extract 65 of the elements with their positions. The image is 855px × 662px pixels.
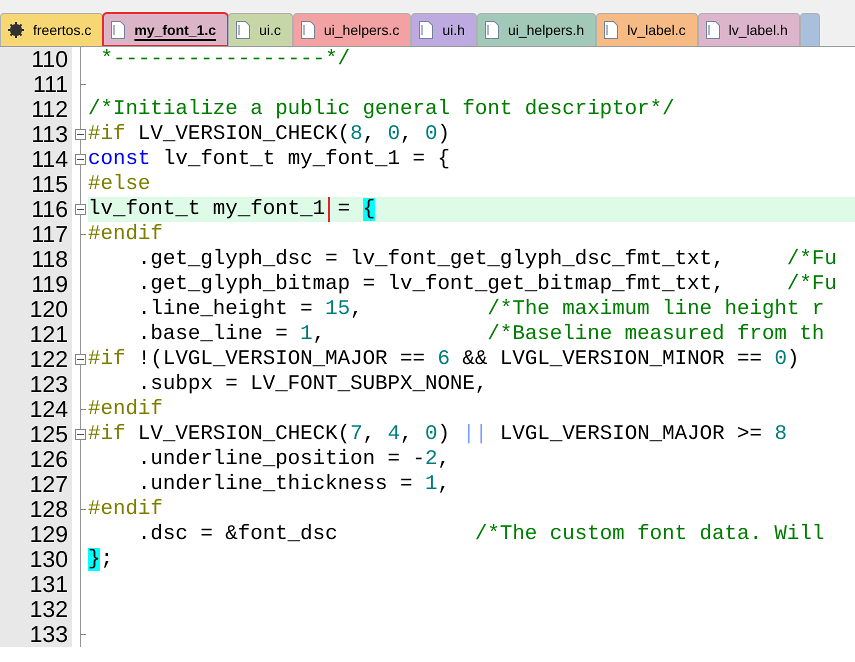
code-line: const lv_font_t my_font_1 = { xyxy=(88,147,450,172)
code-line: #if !(LVGL_VERSION_MAJOR == 6 && LVGL_VERSION_MINOR == 0) xyxy=(88,347,800,372)
line-number: 118 xyxy=(0,247,72,272)
code-line: #else xyxy=(88,172,150,197)
fold-toggle[interactable] xyxy=(75,154,86,165)
line-number: 125 xyxy=(0,422,72,447)
line-number: 121 xyxy=(0,322,72,347)
fold-toggle[interactable] xyxy=(75,429,86,440)
code-line: #if LV_VERSION_CHECK(7, 4, 0) || LVGL_VERSION_MAJOR >= 8 xyxy=(88,422,787,447)
code-line: *-----------------*/ xyxy=(99,47,350,72)
code-line: }; xyxy=(88,547,113,572)
line-number: 133 xyxy=(0,622,72,647)
line-number: 114 xyxy=(0,147,72,172)
document-icon xyxy=(111,21,126,39)
line-number: 112 xyxy=(0,97,72,122)
line-number: 130 xyxy=(0,547,72,572)
file-tab[interactable]: ui.h xyxy=(411,13,477,46)
file-tab[interactable]: lv_label.h xyxy=(698,13,800,46)
fold-toggle[interactable] xyxy=(75,354,86,365)
line-number: 113 xyxy=(0,122,72,147)
line-number: 126 xyxy=(0,447,72,472)
line-number: 123 xyxy=(0,372,72,397)
code-line: .get_glyph_dsc = lv_font_get_glyph_dsc_fmt_txt, /*Fu xyxy=(136,247,837,272)
line-number: 116 xyxy=(0,197,72,222)
code-line: #endif xyxy=(88,222,163,247)
code-line: .get_glyph_bitmap = lv_font_get_bitmap_fmt_txt, /*Fu xyxy=(136,272,837,297)
file-tab[interactable]: freertos.c xyxy=(0,13,104,46)
fold-toggle[interactable] xyxy=(75,129,86,140)
code-line: .base_line = 1, /*Baseline measured from th xyxy=(136,322,824,347)
code-line: #if LV_VERSION_CHECK(8, 0, 0) xyxy=(88,122,450,147)
line-number: 132 xyxy=(0,597,72,622)
line-number: 122 xyxy=(0,347,72,372)
file-tab[interactable]: ui_helpers.c xyxy=(292,13,412,46)
code-line: .underline_position = -2, xyxy=(136,447,450,472)
line-number: 117 xyxy=(0,222,72,247)
file-tab[interactable]: ui_helpers.h xyxy=(476,13,596,46)
document-icon xyxy=(300,21,315,39)
fold-toggle[interactable] xyxy=(75,204,86,215)
code-line: /*Initialize a public general font descriptor*/ xyxy=(88,97,675,122)
line-number: 131 xyxy=(0,572,72,597)
line-number: 127 xyxy=(0,472,72,497)
gear-icon xyxy=(8,22,24,38)
line-number: 110 xyxy=(0,47,72,72)
file-tab[interactable]: lv_label.c xyxy=(596,13,698,46)
file-tab[interactable]: ui.c xyxy=(228,13,293,46)
code-line: lv_font_t my_font_1 = { xyxy=(88,197,376,222)
line-number: 119 xyxy=(0,272,72,297)
line-number: 128 xyxy=(0,497,72,522)
code-line: #endif xyxy=(88,397,163,422)
document-icon xyxy=(236,21,250,39)
line-number: 115 xyxy=(0,172,72,197)
code-line: .dsc = &font_dsc /*The custom font data. Will xyxy=(136,522,824,547)
code-line: .underline_thickness = 1, xyxy=(136,472,450,497)
file-tab[interactable]: my_font_1.c xyxy=(103,13,228,46)
document-icon xyxy=(706,21,720,39)
code-line: .line_height = 15, /*The maximum line height r xyxy=(136,297,824,322)
document-icon xyxy=(604,21,618,39)
document-icon xyxy=(484,21,499,39)
line-number: 120 xyxy=(0,297,72,322)
line-number: 124 xyxy=(0,397,72,422)
code-line: #endif xyxy=(88,497,163,522)
document-icon xyxy=(419,21,434,39)
line-number: 111 xyxy=(0,72,72,97)
line-number: 129 xyxy=(0,522,72,547)
code-line: .subpx = LV_FONT_SUBPX_NONE, xyxy=(136,372,488,397)
